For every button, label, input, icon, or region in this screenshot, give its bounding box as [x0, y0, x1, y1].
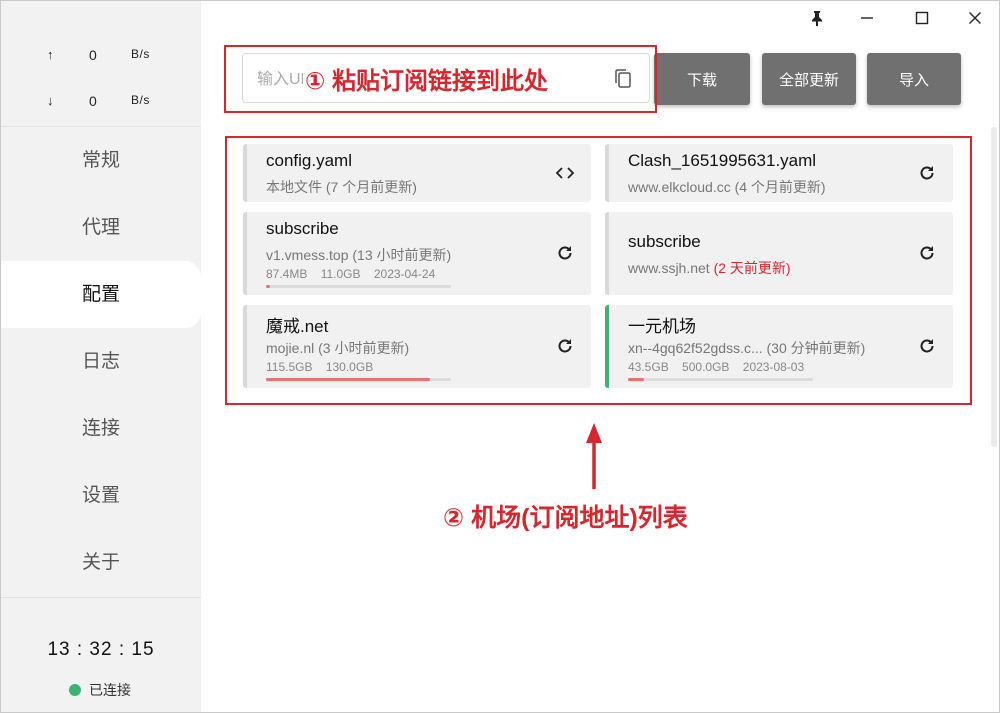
sidebar-item-about[interactable]: 关于 — [1, 529, 201, 596]
sidebar: ↑ 0 B/s ↓ 0 B/s 常规 代理 配置 日志 连接 设置 关于 13 … — [1, 1, 201, 712]
maximize-icon[interactable] — [910, 7, 934, 29]
profile-list-box — [225, 136, 972, 405]
download-speed: ↓ 0 B/s — [1, 93, 201, 113]
download-button[interactable]: 下载 — [654, 53, 750, 105]
upload-speed: ↑ 0 B/s — [1, 47, 201, 67]
scrollbar[interactable] — [991, 127, 997, 447]
download-value: 0 — [89, 93, 97, 109]
close-icon[interactable] — [963, 7, 987, 29]
upload-unit: B/s — [131, 47, 150, 61]
sidebar-item-settings[interactable]: 设置 — [1, 462, 201, 529]
sidebar-divider-bottom — [1, 597, 201, 598]
sidebar-nav: 常规 代理 配置 日志 连接 设置 关于 — [1, 127, 201, 596]
connection-status: 已连接 — [69, 680, 131, 700]
profile-list-label: ② 机场(订阅地址)列表 — [443, 504, 688, 532]
sidebar-item-logs[interactable]: 日志 — [1, 328, 201, 395]
upload-arrow-icon: ↑ — [47, 47, 54, 62]
download-unit: B/s — [131, 93, 150, 107]
sidebar-item-connections[interactable]: 连接 — [1, 395, 201, 462]
title-bar — [201, 1, 999, 35]
sidebar-item-general[interactable]: 常规 — [1, 127, 201, 194]
sidebar-item-proxies[interactable]: 代理 — [1, 194, 201, 261]
upload-value: 0 — [89, 47, 97, 63]
paste-hint-label: ① 粘贴订阅链接到此处 — [303, 61, 550, 96]
sidebar-item-profiles[interactable]: 配置 — [1, 261, 201, 328]
clock: 13 : 32 : 15 — [47, 639, 155, 660]
annotation-arrow — [584, 421, 604, 491]
update-all-button[interactable]: 全部更新 — [762, 53, 856, 105]
connection-status-label: 已连接 — [89, 682, 131, 698]
pin-icon[interactable] — [805, 7, 829, 29]
minimize-icon[interactable] — [855, 7, 879, 29]
connection-status-dot — [69, 684, 81, 696]
import-button[interactable]: 导入 — [867, 53, 961, 105]
download-arrow-icon: ↓ — [47, 93, 54, 108]
app-window: ↑ 0 B/s ↓ 0 B/s 常规 代理 配置 日志 连接 设置 关于 13 … — [0, 0, 1000, 713]
